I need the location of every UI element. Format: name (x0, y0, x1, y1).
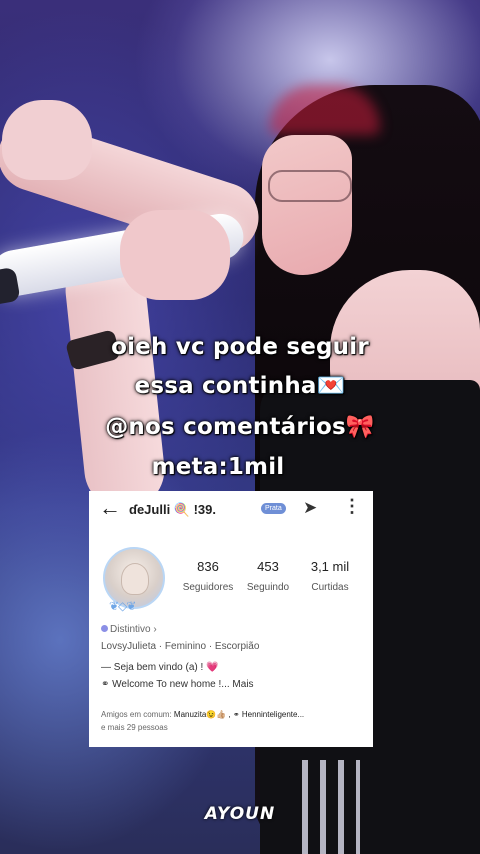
more-options-icon[interactable]: ⋮ (343, 496, 361, 517)
hand-on-mic (120, 210, 230, 300)
profile-meta: LovsyJulieta · Feminino · Escorpião (101, 641, 260, 652)
caption-line-4: meta:1mil (151, 454, 285, 480)
mutual-friends-names: Manuzita😉👍🏼 , ⚭ Henninteligente... (173, 710, 305, 719)
badge-prata: Prata (261, 503, 286, 514)
mutual-friends-prefix: Amigos em comum: (101, 710, 174, 719)
caption-line-3: @nos comentários🎀 (105, 414, 375, 440)
heart-icon: 💗 (206, 662, 219, 673)
bio-line-2: ⚭ Welcome To new home !... Mais (101, 679, 254, 690)
share-icon[interactable]: ➤ (303, 498, 317, 518)
mutual-friends-more: e mais 29 pessoas (101, 723, 168, 732)
bio-text-2: Welcome To new home !... (112, 679, 230, 690)
mutual-friends[interactable]: Amigos em comum: Manuzita😉👍🏼 , ⚭ Hennint… (101, 708, 367, 734)
caption-line-2: essa continha💌 (134, 373, 346, 399)
distintivo-link[interactable]: Distintivo › (101, 624, 157, 635)
following-label: Seguindo (246, 582, 290, 593)
back-arrow-icon[interactable]: ← (99, 497, 121, 519)
distintivo-label: Distintivo › (110, 624, 157, 635)
badge-dot-icon (101, 625, 108, 632)
following-count: 453 (257, 559, 279, 574)
bio-text-1: — Seja bem vindo (a) ! (101, 662, 207, 673)
bio-more-button[interactable]: Mais (232, 679, 253, 690)
bio-line-1: — Seja bem vindo (a) ! 💗 (101, 662, 219, 673)
username: ɗeJulli 🍭 !39. (129, 502, 216, 517)
avatar-frame-wings: ❦◇❦ (109, 599, 136, 613)
stat-following[interactable]: 453 Seguindo (233, 559, 303, 593)
stat-likes[interactable]: 3,1 mil Curtidas (295, 559, 365, 593)
glasses (268, 170, 352, 202)
caption-line-1: oieh vc pode seguir (111, 334, 369, 360)
likes-count: 3,1 mil (310, 559, 350, 574)
likes-label: Curtidas (311, 582, 349, 593)
watermark: AYOUN (204, 804, 276, 824)
profile-header: ← ɗeJulli 🍭 !39. Prata ➤ ⋮ (89, 491, 373, 527)
link-icon: ⚭ (101, 679, 113, 690)
face (262, 135, 352, 275)
profile-screenshot: ← ɗeJulli 🍭 !39. Prata ➤ ⋮ ❦◇❦ 836 Segui… (89, 491, 373, 747)
raised-hand (2, 100, 92, 180)
